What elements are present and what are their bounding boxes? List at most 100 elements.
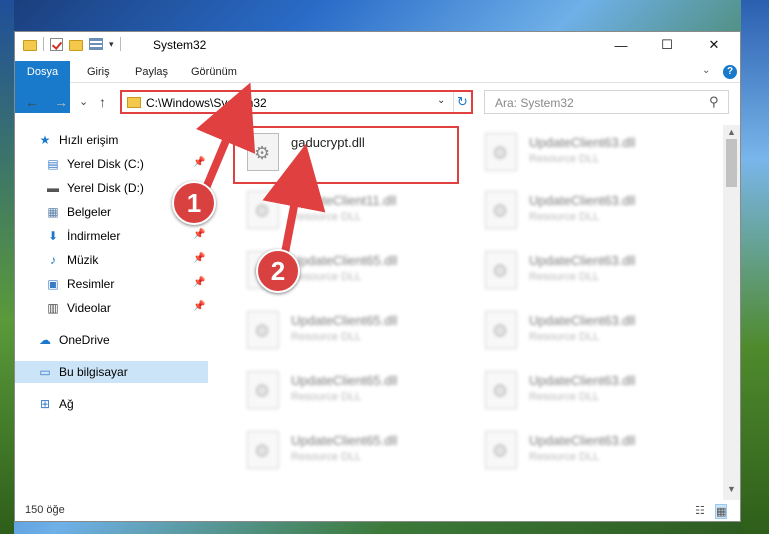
file-name: UpdateClient63.dll (529, 193, 636, 208)
minimize-button[interactable]: — (598, 32, 644, 58)
pin-icon[interactable]: 📌 (193, 157, 205, 168)
navigation-pane: ★ Hızlı erişim ▤ Yerel Disk (C:) 📌 ▬ Yer… (15, 125, 208, 500)
recent-locations-button[interactable]: ⌄ (79, 95, 88, 108)
up-button[interactable]: ↑ (99, 94, 106, 110)
dll-file-icon (485, 191, 517, 229)
star-icon: ★ (39, 133, 51, 147)
file-item[interactable]: UpdateClient63.dll Resource DLL (471, 365, 701, 417)
sidebar-item-local-disk-c[interactable]: ▤ Yerel Disk (C:) 📌 (15, 153, 208, 175)
address-bar[interactable]: C:\Windows\System32 ⌄ ↻ (120, 90, 473, 114)
close-button[interactable]: ✕ (691, 32, 737, 58)
sidebar-item-network[interactable]: ⊞ Ağ (15, 393, 208, 415)
item-count: 150 öğe (25, 504, 65, 516)
properties-icon[interactable] (89, 38, 103, 50)
file-type: Resource DLL (529, 271, 600, 283)
tab-home[interactable]: Giriş (77, 61, 120, 83)
sidebar-item-music[interactable]: ♪ Müzik 📌 (15, 249, 208, 271)
drive-icon: ▬ (47, 181, 59, 195)
back-button[interactable]: ← (25, 94, 39, 110)
status-bar: 150 öğe ☷ ▦ (15, 500, 740, 522)
file-name: UpdateClient63.dll (529, 135, 636, 150)
file-item[interactable]: UpdateClient63.dll Resource DLL (471, 127, 701, 179)
file-name: UpdateClient65.dll (291, 433, 398, 448)
sidebar-item-videos[interactable]: ▥ Videolar 📌 (15, 297, 208, 319)
file-item[interactable]: UpdateClient65.dll Resource DLL (233, 365, 463, 417)
file-name: UpdateClient63.dll (529, 313, 636, 328)
sidebar-item-label: Yerel Disk (C:) (67, 157, 144, 171)
dll-file-icon (247, 431, 279, 469)
tab-share[interactable]: Paylaş (125, 61, 178, 83)
pictures-icon: ▣ (47, 277, 59, 291)
help-icon[interactable]: ? (723, 65, 737, 79)
search-icon[interactable]: ⚲ (709, 94, 719, 110)
computer-icon: ▭ (39, 365, 51, 379)
desktop-wallpaper-left (0, 0, 14, 534)
dll-file-icon (247, 311, 279, 349)
scroll-thumb[interactable] (726, 139, 737, 187)
details-view-icon[interactable]: ☷ (695, 504, 705, 517)
music-icon: ♪ (50, 253, 56, 267)
download-icon: ⬇ (47, 229, 59, 243)
customize-toolbar-icon[interactable]: ▾ (109, 39, 114, 50)
cloud-icon: ☁ (39, 333, 51, 347)
folder-icon[interactable] (23, 39, 37, 51)
navigation-bar: ← → ⌄ ↑ C:\Windows\System32 ⌄ ↻ Ara: Sys… (15, 88, 740, 118)
file-type: Resource DLL (291, 391, 362, 403)
file-name: UpdateClient65.dll (291, 253, 398, 268)
file-name: UpdateClient63.dll (529, 433, 636, 448)
file-item[interactable]: UpdateClient65.dll Resource DLL (233, 425, 463, 477)
search-placeholder: Ara: System32 (495, 96, 574, 110)
chevron-down-icon[interactable]: ⌄ (437, 95, 445, 106)
vertical-scrollbar[interactable]: ▲ ▼ (723, 125, 740, 500)
toolbar-separator (43, 37, 44, 51)
pin-icon[interactable]: 📌 (193, 277, 205, 288)
properties-check-icon[interactable] (50, 37, 63, 51)
file-type: Resource DLL (291, 211, 362, 223)
file-type: Resource DLL (529, 451, 600, 463)
search-input[interactable]: Ara: System32 ⚲ (484, 90, 729, 114)
sidebar-item-downloads[interactable]: ⬇ İndirmeler 📌 (15, 225, 208, 247)
refresh-icon[interactable]: ↻ (453, 92, 471, 112)
dll-file-icon (247, 371, 279, 409)
file-item[interactable]: UpdateClient63.dll Resource DLL (471, 245, 701, 297)
scroll-down-icon[interactable]: ▼ (727, 484, 736, 494)
forward-button[interactable]: → (54, 94, 68, 110)
sidebar-item-label: Belgeler (67, 205, 112, 219)
new-folder-icon[interactable] (69, 39, 83, 51)
step-1-badge: 1 (172, 181, 216, 225)
folder-icon (127, 97, 141, 108)
sidebar-item-this-pc[interactable]: ▭ Bu bilgisayar (15, 361, 208, 383)
file-item[interactable]: UpdateClient63.dll Resource DLL (471, 425, 701, 477)
sidebar-item-label: Müzik (67, 253, 99, 267)
ribbon-tabs: Dosya Giriş Paylaş Görünüm ⌄ ? (15, 61, 740, 113)
scroll-up-icon[interactable]: ▲ (727, 127, 736, 137)
file-item[interactable]: UpdateClient11.dll Resource DLL (233, 185, 463, 237)
network-icon: ⊞ (39, 397, 51, 411)
tiles-view-icon[interactable]: ▦ (715, 504, 728, 519)
file-item[interactable]: UpdateClient65.dll Resource DLL (233, 305, 463, 357)
pin-icon[interactable]: 📌 (193, 301, 205, 312)
file-explorer-window: ▾ System32 — ☐ ✕ Dosya Giriş Paylaş Görü… (14, 31, 741, 522)
sidebar-item-label: İndirmeler (67, 229, 121, 243)
quick-access-toolbar: ▾ (23, 37, 121, 51)
sidebar-item-pictures[interactable]: ▣ Resimler 📌 (15, 273, 208, 295)
highlight-box-file (233, 126, 459, 184)
tab-view[interactable]: Görünüm (181, 61, 247, 83)
toolbar-separator (119, 37, 121, 51)
sidebar-item-onedrive[interactable]: ☁ OneDrive (15, 329, 208, 351)
address-path[interactable]: C:\Windows\System32 (146, 96, 267, 110)
pin-icon[interactable]: 📌 (193, 253, 205, 264)
dll-file-icon (485, 371, 517, 409)
pin-icon[interactable]: 📌 (193, 229, 205, 240)
sidebar-item-label: Videolar (67, 301, 111, 315)
dll-file-icon (485, 251, 517, 289)
sidebar-item-quick-access[interactable]: ★ Hızlı erişim (15, 129, 208, 151)
maximize-button[interactable]: ☐ (644, 32, 690, 58)
sidebar-item-label: OneDrive (59, 333, 110, 347)
expand-ribbon-icon[interactable]: ⌄ (702, 65, 710, 76)
documents-icon: ▦ (47, 205, 59, 219)
file-item[interactable]: UpdateClient63.dll Resource DLL (471, 305, 701, 357)
sidebar-item-label: Yerel Disk (D:) (67, 181, 144, 195)
file-item[interactable]: UpdateClient63.dll Resource DLL (471, 185, 701, 237)
file-type: Resource DLL (529, 391, 600, 403)
